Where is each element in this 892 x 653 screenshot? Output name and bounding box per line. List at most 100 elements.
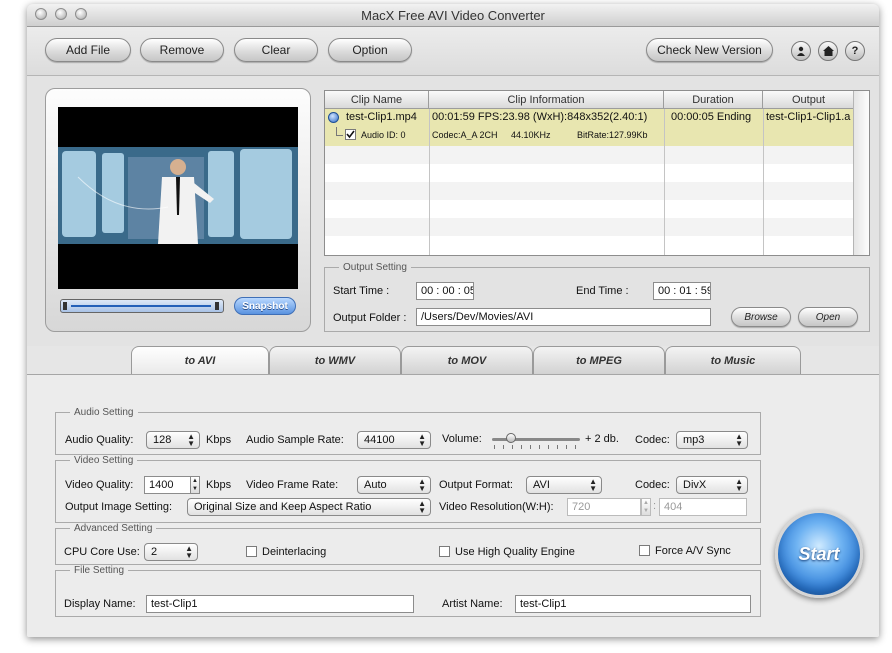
upper-panel: Snapshot Clip Name Clip Information Dura…: [27, 76, 879, 346]
tab-to-mov[interactable]: to MOV: [401, 346, 533, 374]
resolution-width-field[interactable]: 720: [567, 498, 641, 516]
deinterlacing-label: Deinterlacing: [262, 546, 327, 558]
header-duration[interactable]: Duration: [664, 91, 763, 109]
check-new-version-button[interactable]: Check New Version: [646, 38, 773, 62]
browse-button[interactable]: Browse: [731, 307, 791, 327]
stepper-icon: ▲ ▼: [418, 432, 426, 448]
video-codec-select[interactable]: DivX ▲ ▼: [676, 476, 748, 494]
volume-slider[interactable]: [492, 433, 580, 443]
output-format-label: Output Format:: [439, 479, 513, 491]
end-time-field[interactable]: 00 : 01 : 59: [653, 282, 711, 300]
clear-button[interactable]: Clear: [234, 38, 318, 62]
stepper-icon: ▲ ▼: [735, 432, 743, 448]
volume-ticks: [494, 445, 580, 449]
volume-value: + 2 db.: [585, 433, 619, 445]
artist-name-label: Artist Name:: [442, 598, 503, 610]
preview-frame-image: [58, 107, 298, 289]
start-time-label: Start Time :: [333, 285, 390, 297]
clip-name: test-Clip1.mp4: [346, 111, 417, 123]
volume-label: Volume:: [442, 433, 482, 445]
table-scrollbar[interactable]: [853, 91, 869, 255]
artist-name-field[interactable]: test-Clip1: [515, 595, 751, 613]
audio-frequency: 44.10KHz: [511, 130, 551, 140]
clip-table: Clip Name Clip Information Duration Outp…: [324, 90, 870, 256]
video-codec-label: Codec:: [635, 479, 670, 491]
force-av-sync-checkbox[interactable]: [639, 545, 650, 556]
cpu-core-value: 2: [151, 546, 158, 558]
help-icon[interactable]: ?: [845, 41, 865, 61]
end-time-label: End Time :: [576, 285, 629, 297]
clip-info: 00:01:59 FPS:23.98 (WxH):848x352(2.40:1): [432, 111, 648, 123]
preview-seek-bar[interactable]: [60, 299, 224, 313]
audio-quality-select[interactable]: 128 ▲ ▼: [146, 431, 200, 449]
audio-codec: Codec:A_A 2CH: [432, 130, 498, 140]
video-preview: [58, 107, 298, 289]
audio-codec-select[interactable]: mp3 ▲ ▼: [676, 431, 748, 449]
audio-codec-value: mp3: [683, 434, 705, 446]
audio-id: Audio ID: 0: [361, 130, 406, 140]
audio-bitrate: BitRate:127.99Kb: [577, 130, 648, 140]
video-frame-rate-select[interactable]: Auto ▲ ▼: [357, 476, 431, 494]
stepper-icon: ▲ ▼: [185, 544, 193, 560]
seek-range: [71, 305, 211, 307]
clip-status-icon[interactable]: [328, 112, 339, 123]
open-button[interactable]: Open: [798, 307, 858, 327]
video-frame-rate-label: Video Frame Rate:: [246, 479, 339, 491]
audio-setting-legend: Audio Setting: [74, 407, 134, 418]
display-name-field[interactable]: test-Clip1: [146, 595, 414, 613]
tab-to-mpeg[interactable]: to MPEG: [533, 346, 665, 374]
video-quality-field[interactable]: 1400: [144, 476, 192, 494]
header-clip-name[interactable]: Clip Name: [325, 91, 429, 109]
start-time-field[interactable]: 00 : 00 : 05: [416, 282, 474, 300]
output-image-setting-select[interactable]: Original Size and Keep Aspect Ratio ▲ ▼: [187, 498, 431, 516]
seek-start-handle[interactable]: [63, 302, 67, 310]
remove-button[interactable]: Remove: [140, 38, 224, 62]
tab-to-music[interactable]: to Music: [665, 346, 801, 374]
video-frame-rate-value: Auto: [364, 479, 387, 491]
home-icon[interactable]: [818, 41, 838, 61]
empty-row: [325, 182, 855, 200]
stepper-icon: ▲ ▼: [418, 499, 426, 515]
display-name-label: Display Name:: [64, 598, 136, 610]
tree-connector: [336, 127, 343, 136]
file-setting-legend: File Setting: [74, 565, 125, 576]
window-title: MacX Free AVI Video Converter: [361, 8, 545, 23]
video-quality-label: Video Quality:: [65, 479, 134, 491]
resolution-height-field[interactable]: 404: [659, 498, 747, 516]
toolbar: Add File Remove Clear Option Check New V…: [27, 27, 879, 76]
cpu-core-use-label: CPU Core Use:: [64, 546, 140, 558]
output-format-select[interactable]: AVI ▲ ▼: [526, 476, 602, 494]
output-folder-label: Output Folder :: [333, 312, 407, 324]
add-file-button[interactable]: Add File: [45, 38, 131, 62]
header-clip-information[interactable]: Clip Information: [429, 91, 664, 109]
tab-to-wmv[interactable]: to WMV: [269, 346, 401, 374]
clip-duration: 00:00:05 Ending: [671, 111, 752, 123]
snapshot-button[interactable]: Snapshot: [234, 297, 296, 315]
audio-codec-label: Codec:: [635, 434, 670, 446]
header-output[interactable]: Output: [763, 91, 855, 109]
output-setting-legend: Output Setting: [343, 262, 407, 273]
video-resolution-label: Video Resolution(W:H):: [439, 501, 554, 513]
volume-slider-thumb[interactable]: [506, 433, 516, 443]
column-divider: [429, 109, 430, 255]
title-bar: MacX Free AVI Video Converter: [27, 4, 879, 27]
seek-end-handle[interactable]: [215, 302, 219, 310]
audio-track-checkbox[interactable]: [345, 129, 356, 140]
video-codec-value: DivX: [683, 479, 707, 491]
tab-to-avi[interactable]: to AVI: [131, 346, 269, 374]
output-image-setting-label: Output Image Setting:: [65, 501, 173, 513]
video-quality-stepper[interactable]: ▲ ▼: [190, 476, 200, 494]
output-folder-field[interactable]: /Users/Dev/Movies/AVI: [416, 308, 711, 326]
deinterlacing-checkbox[interactable]: [246, 546, 257, 557]
start-button[interactable]: Start: [775, 510, 863, 598]
stepper-icon: ▲ ▼: [589, 477, 597, 493]
audio-sample-rate-select[interactable]: 44100 ▲ ▼: [357, 431, 431, 449]
high-quality-engine-checkbox[interactable]: [439, 546, 450, 557]
preview-panel: Snapshot: [45, 88, 311, 332]
clip-output: test-Clip1-Clip1.a: [766, 111, 851, 123]
resolution-width-stepper[interactable]: ▲ ▼: [641, 498, 651, 516]
option-button[interactable]: Option: [328, 38, 412, 62]
cpu-core-select[interactable]: 2 ▲ ▼: [144, 543, 198, 561]
user-icon[interactable]: [791, 41, 811, 61]
audio-quality-value: 128: [153, 434, 172, 446]
